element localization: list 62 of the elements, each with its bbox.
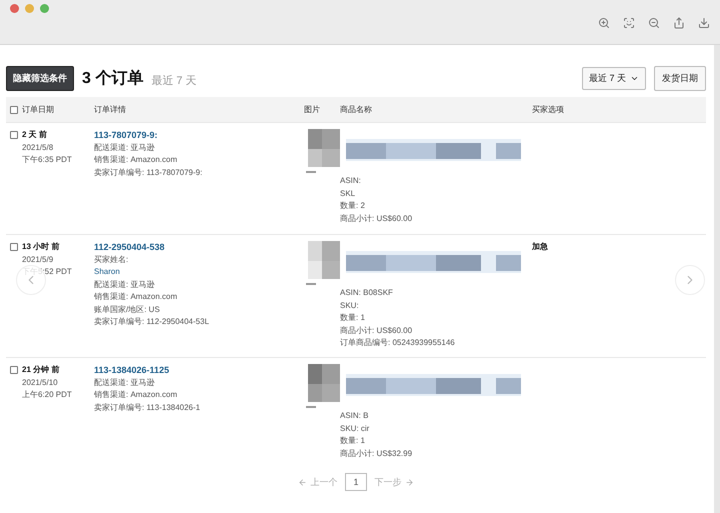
select-all-checkbox[interactable]	[10, 106, 18, 114]
row-checkbox[interactable]	[10, 243, 18, 252]
order-detail: 销售渠道: Amazon.com	[94, 291, 178, 303]
order-detail: 卖家订单编号: 113-1384026-1	[94, 402, 202, 414]
page-number-button[interactable]: 1	[345, 473, 366, 491]
column-header: 订单日期	[22, 104, 54, 115]
product-detail: 订单商品编号: 05243939955146	[340, 337, 456, 349]
order-time: 下午6:35 PDT	[21, 154, 73, 166]
column-header: 商品名称	[340, 104, 373, 115]
column-header: 买家选项	[532, 104, 565, 115]
product-detail: SKL	[340, 188, 356, 200]
order-id-link[interactable]: 113-1384026-1125	[94, 364, 304, 376]
order-id-link[interactable]: 113-7807079-9:	[94, 129, 304, 142]
range-select[interactable]: 最近 7 天	[582, 67, 646, 90]
order-count-title: 3 个订单	[82, 68, 144, 89]
row-checkbox[interactable]	[10, 131, 18, 140]
product-detail: SKU: cir	[340, 422, 370, 434]
buyer-name-link[interactable]: Sharon	[94, 266, 304, 278]
order-age: 2 天 前	[22, 129, 47, 141]
product-detail: ASIN:	[340, 175, 362, 187]
column-header: 图片	[304, 104, 321, 115]
zoom-button[interactable]	[40, 4, 49, 13]
order-date: 2021/5/9	[21, 254, 54, 266]
zoom-in-icon[interactable]	[598, 17, 610, 29]
product-detail: ASIN: B08SKF	[340, 287, 394, 299]
product-detail: 商品小计: US$32.99	[340, 448, 414, 460]
order-detail: 销售渠道: Amazon.com	[94, 154, 178, 166]
arrow-right-icon	[404, 478, 414, 486]
share-icon[interactable]	[673, 17, 685, 29]
order-detail: 账单国家/地区: US	[94, 304, 161, 316]
product-detail: SKU:	[340, 300, 360, 312]
close-button[interactable]	[10, 4, 19, 13]
order-age: 21 分钟 前	[22, 364, 60, 376]
arrow-left-icon	[298, 478, 308, 486]
ship-date-button[interactable]: 发货日期	[654, 66, 706, 91]
row-checkbox[interactable]	[10, 366, 18, 374]
chevron-down-icon	[630, 74, 639, 83]
order-detail: 买家姓名:	[94, 254, 130, 266]
product-detail: 数量: 2	[340, 200, 366, 212]
order-detail: 配送渠道: 亚马逊	[94, 278, 156, 290]
download-icon[interactable]	[698, 17, 710, 29]
product-detail: 数量: 1	[340, 435, 366, 447]
order-detail: 配送渠道: 亚马逊	[94, 142, 156, 154]
product-detail: 数量: 1	[340, 312, 366, 324]
order-detail: 销售渠道: Amazon.com	[94, 389, 178, 401]
face-scan-icon[interactable]	[623, 17, 635, 29]
order-date: 2021/5/10	[21, 376, 59, 388]
column-header: 订单详情	[94, 104, 127, 115]
order-age: 13 小时 前	[22, 241, 60, 253]
hide-filters-button[interactable]: 隐藏筛选条件	[6, 66, 74, 91]
buyer-option: 加急	[532, 241, 706, 254]
order-id-link[interactable]: 112-2950404-538	[94, 241, 304, 254]
zoom-out-icon[interactable]	[648, 17, 660, 29]
order-detail: 卖家订单编号: 113-7807079-9:	[94, 166, 204, 178]
product-detail: 商品小计: US$60.00	[340, 324, 414, 336]
order-detail: 卖家订单编号: 112-2950404-53L	[94, 316, 210, 328]
order-time: 上午6:20 PDT	[21, 389, 73, 401]
order-detail: 配送渠道: 亚马逊	[94, 376, 156, 388]
range-subtitle: 最近 7 天	[151, 74, 197, 88]
product-detail: 商品小计: US$60.00	[340, 212, 414, 224]
order-date: 2021/5/8	[21, 142, 54, 154]
product-detail: ASIN: B	[340, 410, 370, 422]
